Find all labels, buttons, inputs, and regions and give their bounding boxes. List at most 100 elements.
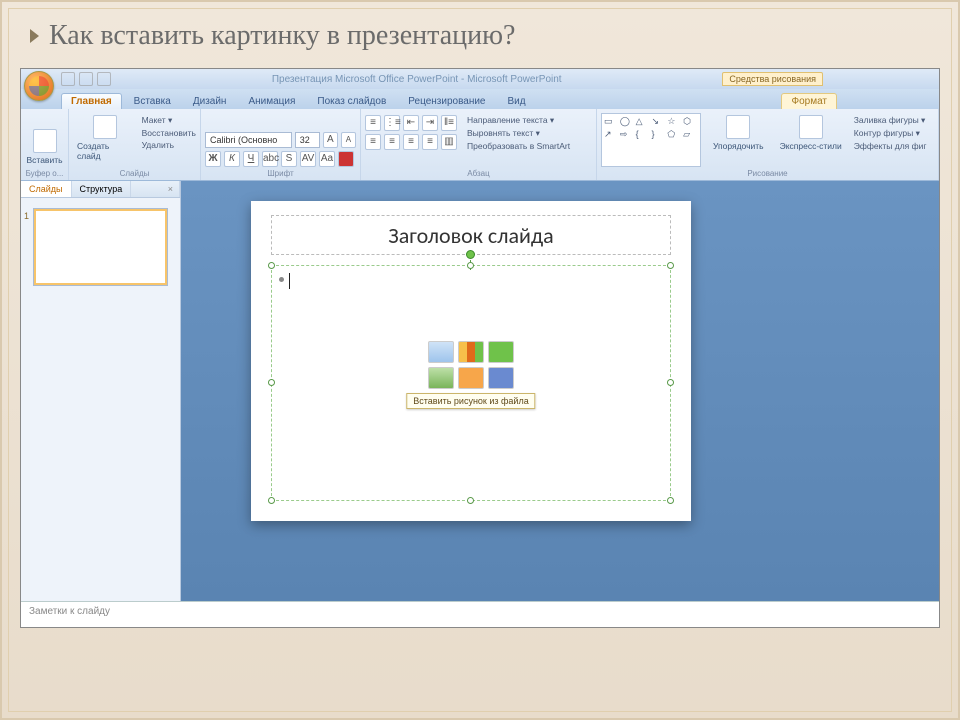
- quick-access-toolbar[interactable]: [61, 72, 111, 86]
- align-right-button[interactable]: ≡: [403, 134, 419, 150]
- group-clipboard: Вставить Буфер о...: [21, 109, 69, 180]
- quick-styles-icon: [799, 115, 823, 139]
- convert-smartart-button[interactable]: Преобразовать в SmartArt: [467, 141, 570, 151]
- tab-outline[interactable]: Структура: [72, 181, 132, 197]
- tab-format[interactable]: Формат: [781, 93, 837, 109]
- insert-chart-icon[interactable]: [458, 341, 484, 363]
- group-paragraph: ≡ ⋮≡ ⇤ ⇥ ‖≡ ≡ ≡ ≡ ≡ ▥: [361, 109, 597, 180]
- shape-effects-button[interactable]: Эффекты для фиг: [854, 141, 927, 151]
- font-color-button[interactable]: [338, 151, 354, 167]
- align-text-button[interactable]: Выровнять текст ▾: [467, 128, 570, 139]
- insert-table-icon[interactable]: [428, 341, 454, 363]
- bold-button[interactable]: Ж: [205, 151, 221, 167]
- grow-font-icon[interactable]: A: [323, 132, 338, 148]
- group-font: Calibri (Основно 32 A A Ж К Ч abc S AV A…: [201, 109, 361, 180]
- resize-handle-e[interactable]: [667, 379, 674, 386]
- heading-row: Как вставить картинку в презентацию?: [2, 2, 958, 62]
- paste-label: Вставить: [26, 155, 62, 165]
- indent-inc-button[interactable]: ⇥: [422, 115, 438, 131]
- qat-undo-icon[interactable]: [79, 72, 93, 86]
- text-cursor: [289, 273, 290, 289]
- group-drawing-label: Рисование: [601, 167, 934, 178]
- tab-slideshow[interactable]: Показ слайдов: [307, 93, 396, 109]
- case-button[interactable]: Aa: [319, 151, 335, 167]
- arrange-icon: [726, 115, 750, 139]
- tab-design[interactable]: Дизайн: [183, 93, 237, 109]
- status-bar: Слайд 1 из 1 "Тема Office" Русский (Росс…: [21, 627, 939, 628]
- slides-panel: Слайды Структура × 1: [21, 181, 181, 601]
- quick-styles-label: Экспресс-стили: [780, 141, 842, 151]
- delete-button[interactable]: Удалить: [142, 140, 196, 150]
- thumbnail-number: 1: [24, 211, 29, 221]
- window-title: Презентация Microsoft Office PowerPoint …: [117, 74, 716, 85]
- resize-handle-nw[interactable]: [268, 262, 275, 269]
- insert-smartart-icon[interactable]: [488, 341, 514, 363]
- tab-view[interactable]: Вид: [498, 93, 536, 109]
- resize-handle-s[interactable]: [467, 497, 474, 504]
- group-drawing: ▭◯△↘☆⬡ ↗⇨{}⬠▱ Упорядочить Экспресс-стили…: [597, 109, 939, 180]
- align-center-button[interactable]: ≡: [384, 134, 400, 150]
- insert-media-icon[interactable]: [488, 367, 514, 389]
- tab-animation[interactable]: Анимация: [238, 93, 305, 109]
- shape-fill-button[interactable]: Заливка фигуры ▾: [854, 115, 927, 126]
- qat-save-icon[interactable]: [61, 72, 75, 86]
- notes-pane[interactable]: Заметки к слайду: [21, 601, 939, 627]
- text-direction-button[interactable]: Направление текста ▾: [467, 115, 570, 126]
- insert-clipart-icon[interactable]: [458, 367, 484, 389]
- slide[interactable]: Заголовок слайда: [251, 201, 691, 521]
- justify-button[interactable]: ≡: [422, 134, 438, 150]
- office-button[interactable]: [24, 71, 54, 101]
- content-icon-grid: [428, 341, 514, 389]
- slides-panel-tabs: Слайды Структура ×: [21, 181, 180, 198]
- bullets-button[interactable]: ≡: [365, 115, 381, 131]
- slide-thumbnail-1[interactable]: 1: [33, 208, 168, 286]
- ribbon-tabs: Главная Вставка Дизайн Анимация Показ сл…: [21, 89, 939, 109]
- spacing-button[interactable]: AV: [300, 151, 316, 167]
- shadow-button[interactable]: S: [281, 151, 297, 167]
- insert-picture-icon[interactable]: [428, 367, 454, 389]
- group-slides: Создать слайд Макет ▾ Восстановить Удали…: [69, 109, 201, 180]
- group-slides-label: Слайды: [73, 167, 196, 178]
- tab-slides-thumbs[interactable]: Слайды: [21, 181, 72, 197]
- work-area: Слайды Структура × 1 Заголовок слайда: [21, 181, 939, 601]
- font-family-select[interactable]: Calibri (Основно: [205, 132, 292, 148]
- tab-home[interactable]: Главная: [61, 93, 122, 109]
- shrink-font-icon[interactable]: A: [341, 132, 356, 148]
- chevron-right-icon: [30, 29, 39, 43]
- title-bar: Презентация Microsoft Office PowerPoint …: [21, 69, 939, 89]
- shape-outline-button[interactable]: Контур фигуры ▾: [854, 128, 927, 139]
- qat-redo-icon[interactable]: [97, 72, 111, 86]
- resize-handle-n[interactable]: [467, 262, 474, 269]
- align-left-button[interactable]: ≡: [365, 134, 381, 150]
- group-clipboard-label: Буфер о...: [25, 167, 64, 178]
- columns-button[interactable]: ▥: [441, 134, 457, 150]
- arrange-label: Упорядочить: [713, 141, 764, 151]
- insert-picture-tooltip: Вставить рисунок из файла: [406, 393, 535, 409]
- reset-button[interactable]: Восстановить: [142, 128, 196, 138]
- slide-canvas-area[interactable]: Заголовок слайда: [181, 181, 939, 601]
- font-size-select[interactable]: 32: [295, 132, 320, 148]
- numbering-button[interactable]: ⋮≡: [384, 115, 400, 131]
- shapes-gallery[interactable]: ▭◯△↘☆⬡ ↗⇨{}⬠▱: [601, 113, 701, 167]
- tab-insert[interactable]: Вставка: [124, 93, 181, 109]
- linespacing-button[interactable]: ‖≡: [441, 115, 457, 131]
- strike-button[interactable]: abc: [262, 151, 278, 167]
- page-title: Как вставить картинку в презентацию?: [49, 20, 515, 52]
- underline-button[interactable]: Ч: [243, 151, 259, 167]
- arrange-button[interactable]: Упорядочить: [709, 113, 768, 167]
- resize-handle-sw[interactable]: [268, 497, 275, 504]
- italic-button[interactable]: К: [224, 151, 240, 167]
- layout-button[interactable]: Макет ▾: [142, 115, 196, 126]
- contextual-tab-group: Средства рисования: [722, 72, 823, 86]
- rotation-handle-icon[interactable]: [466, 250, 475, 259]
- quick-styles-button[interactable]: Экспресс-стили: [776, 113, 846, 167]
- resize-handle-ne[interactable]: [667, 262, 674, 269]
- resize-handle-se[interactable]: [667, 497, 674, 504]
- close-panel-icon[interactable]: ×: [162, 181, 180, 197]
- title-placeholder[interactable]: Заголовок слайда: [271, 215, 671, 255]
- resize-handle-w[interactable]: [268, 379, 275, 386]
- indent-dec-button[interactable]: ⇤: [403, 115, 419, 131]
- tab-review[interactable]: Рецензирование: [398, 93, 495, 109]
- new-slide-button[interactable]: Создать слайд: [73, 113, 138, 163]
- paste-button[interactable]: Вставить: [25, 127, 64, 167]
